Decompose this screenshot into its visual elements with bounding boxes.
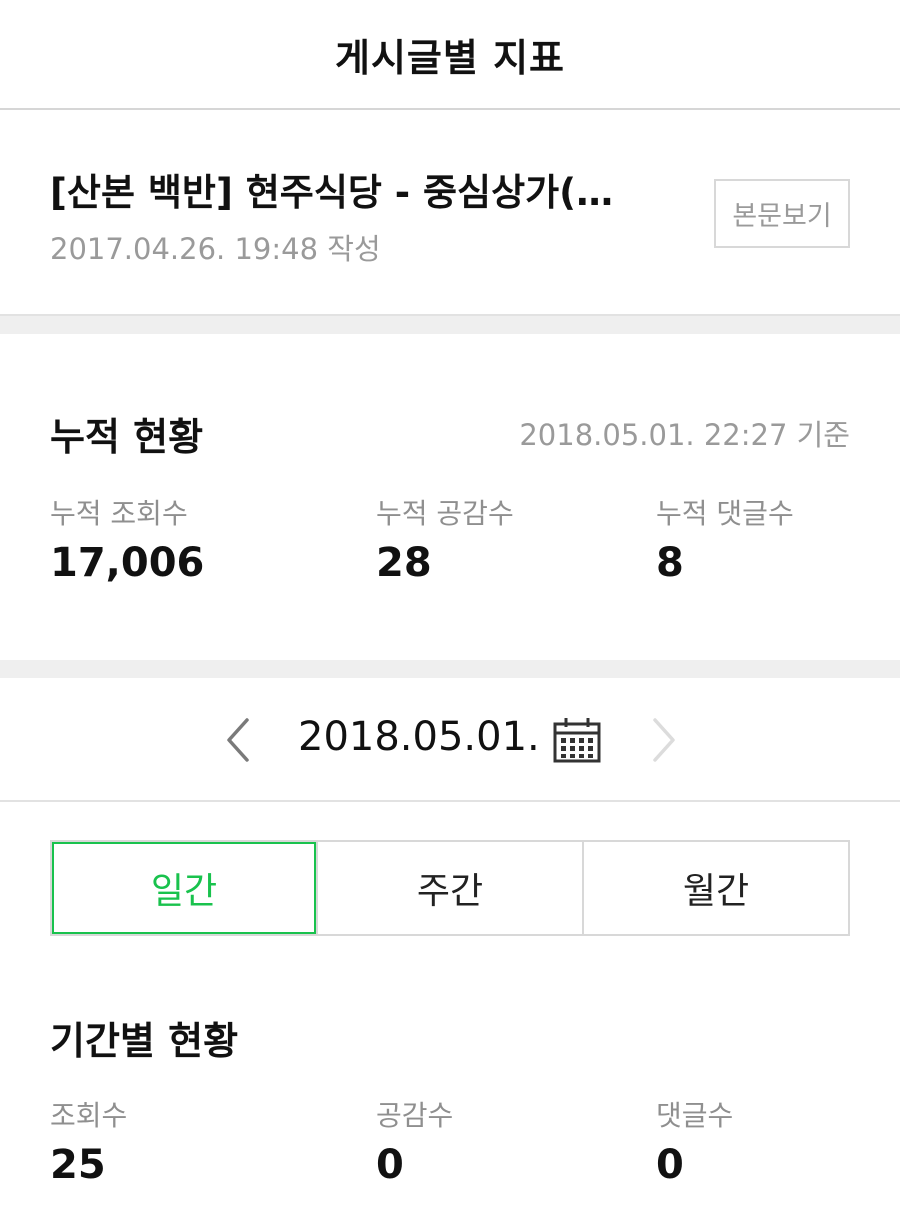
stat-label: 누적 댓글수 xyxy=(656,497,794,530)
post-date: 2017.04.26. 19:48 작성 xyxy=(50,232,381,266)
chevron-right-icon[interactable] xyxy=(644,714,684,766)
tab-monthly[interactable]: 월간 xyxy=(582,842,848,934)
stat-value: 8 xyxy=(656,540,684,586)
stat-period-views: 조회수 25 xyxy=(50,1094,127,1188)
stat-value: 25 xyxy=(50,1142,106,1188)
post-summary: [산본 백반] 현주식당 - 중심상가(… 2017.04.26. 19:48 … xyxy=(0,110,900,314)
stat-value: 17,006 xyxy=(50,540,205,586)
stat-label: 조회수 xyxy=(50,1099,128,1132)
stat-label: 누적 공감수 xyxy=(376,497,514,530)
tab-daily[interactable]: 일간 xyxy=(52,842,316,934)
stat-period-comments: 댓글수 0 xyxy=(656,1094,733,1188)
cumulative-section: 누적 현황 2018.05.01. 22:27 기준 누적 조회수 17,006… xyxy=(0,334,900,660)
page-header: 게시글별 지표 xyxy=(0,0,900,110)
page-title: 게시글별 지표 xyxy=(335,35,565,80)
stat-period-likes: 공감수 0 xyxy=(376,1094,453,1188)
period-title: 기간별 현황 xyxy=(50,1019,239,1063)
cumulative-title: 누적 현황 xyxy=(50,415,204,459)
stat-cumulative-comments: 누적 댓글수 8 xyxy=(656,492,794,586)
post-title: [산본 백반] 현주식당 - 중심상가(… xyxy=(50,171,614,214)
stat-value: 0 xyxy=(656,1142,684,1188)
stat-label: 댓글수 xyxy=(656,1099,734,1132)
tab-weekly[interactable]: 주간 xyxy=(316,842,582,934)
stat-label: 누적 조회수 xyxy=(50,497,188,530)
period-tabs: 일간 주간 월간 xyxy=(50,840,850,936)
stat-cumulative-likes: 누적 공감수 28 xyxy=(376,492,514,586)
date-navigator: 2018.05.01. xyxy=(0,678,900,802)
stat-cumulative-views: 누적 조회수 17,006 xyxy=(50,492,204,586)
chevron-left-icon[interactable] xyxy=(218,714,258,766)
cumulative-as-of: 2018.05.01. 22:27 기준 xyxy=(519,418,850,452)
calendar-icon[interactable] xyxy=(552,716,602,764)
section-divider xyxy=(0,660,900,678)
view-post-button[interactable]: 본문보기 xyxy=(714,179,850,248)
selected-date[interactable]: 2018.05.01. xyxy=(298,714,540,760)
stat-label: 공감수 xyxy=(376,1099,454,1132)
section-divider xyxy=(0,314,900,334)
stat-value: 0 xyxy=(376,1142,404,1188)
stat-value: 28 xyxy=(376,540,432,586)
